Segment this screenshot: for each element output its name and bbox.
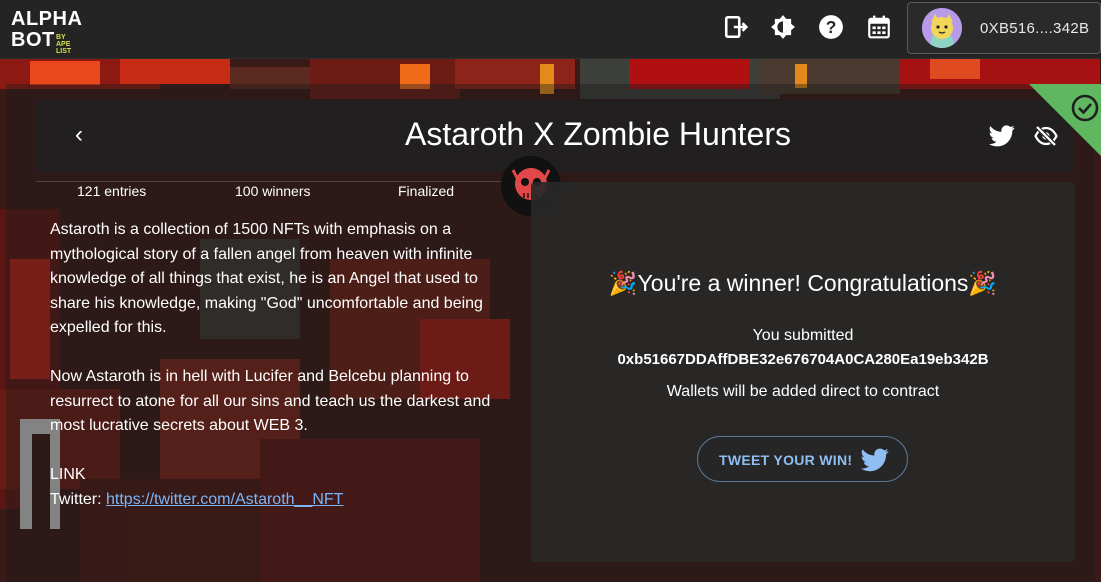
link-heading: LINK	[50, 466, 86, 483]
twitter-link[interactable]: https://twitter.com/Astaroth__NFT	[106, 491, 343, 508]
submitted-wallet: 0xb51667DDAffDBE32e676704A0CA280Ea19eb34…	[617, 351, 989, 368]
raffle-description: Astaroth is a collection of 1500 NFTs wi…	[50, 218, 502, 512]
raffle-status: Finalized	[398, 183, 455, 199]
raffle-title: Astaroth X Zombie Hunters	[405, 116, 791, 152]
tweet-win-label: TWEET YOUR WIN!	[719, 452, 853, 468]
description-paragraph-2: Now Astaroth is in hell with Lucifer and…	[50, 368, 491, 434]
tweet-win-button[interactable]: TWEET YOUR WIN!	[697, 436, 908, 482]
twitter-icon	[861, 448, 889, 472]
help-icon[interactable]: ?	[818, 14, 844, 40]
wallet-note: Wallets will be added direct to contract	[666, 383, 940, 400]
submitted-label: You submitted	[752, 327, 854, 344]
alphabot-logo[interactable]: ALPHA BOT BY APE LIST	[11, 8, 83, 55]
result-panel	[531, 182, 1075, 562]
twitter-link-row: Twitter: https://twitter.com/Astaroth__N…	[50, 488, 502, 513]
twitter-share-icon[interactable]	[989, 124, 1015, 148]
calendar-icon[interactable]	[866, 14, 892, 40]
top-app-bar: ALPHA BOT BY APE LIST ? 0XB516....342B	[0, 0, 1101, 59]
entries-count: 121 entries	[77, 183, 147, 199]
wallet-button[interactable]: 0XB516....342B	[907, 2, 1101, 54]
stats-divider	[36, 181, 530, 182]
winners-count: 100 winners	[235, 183, 311, 199]
twitter-label: Twitter:	[50, 490, 102, 508]
winner-check-badge	[1029, 84, 1101, 156]
winner-headline: 🎉You're a winner! Congratulations🎉	[608, 270, 998, 296]
wallet-address: 0XB516....342B	[980, 20, 1090, 37]
logo-byline: BY APE LIST	[56, 34, 72, 55]
back-button[interactable]: ‹	[66, 119, 92, 151]
brightness-icon[interactable]	[770, 14, 796, 40]
logo-line1: ALPHA	[11, 8, 83, 30]
svg-text:?: ?	[826, 17, 837, 37]
logo-line2: BOT	[11, 29, 55, 51]
description-paragraph-1: Astaroth is a collection of 1500 NFTs wi…	[50, 221, 483, 336]
exit-icon[interactable]	[723, 14, 749, 40]
avatar	[922, 8, 962, 48]
